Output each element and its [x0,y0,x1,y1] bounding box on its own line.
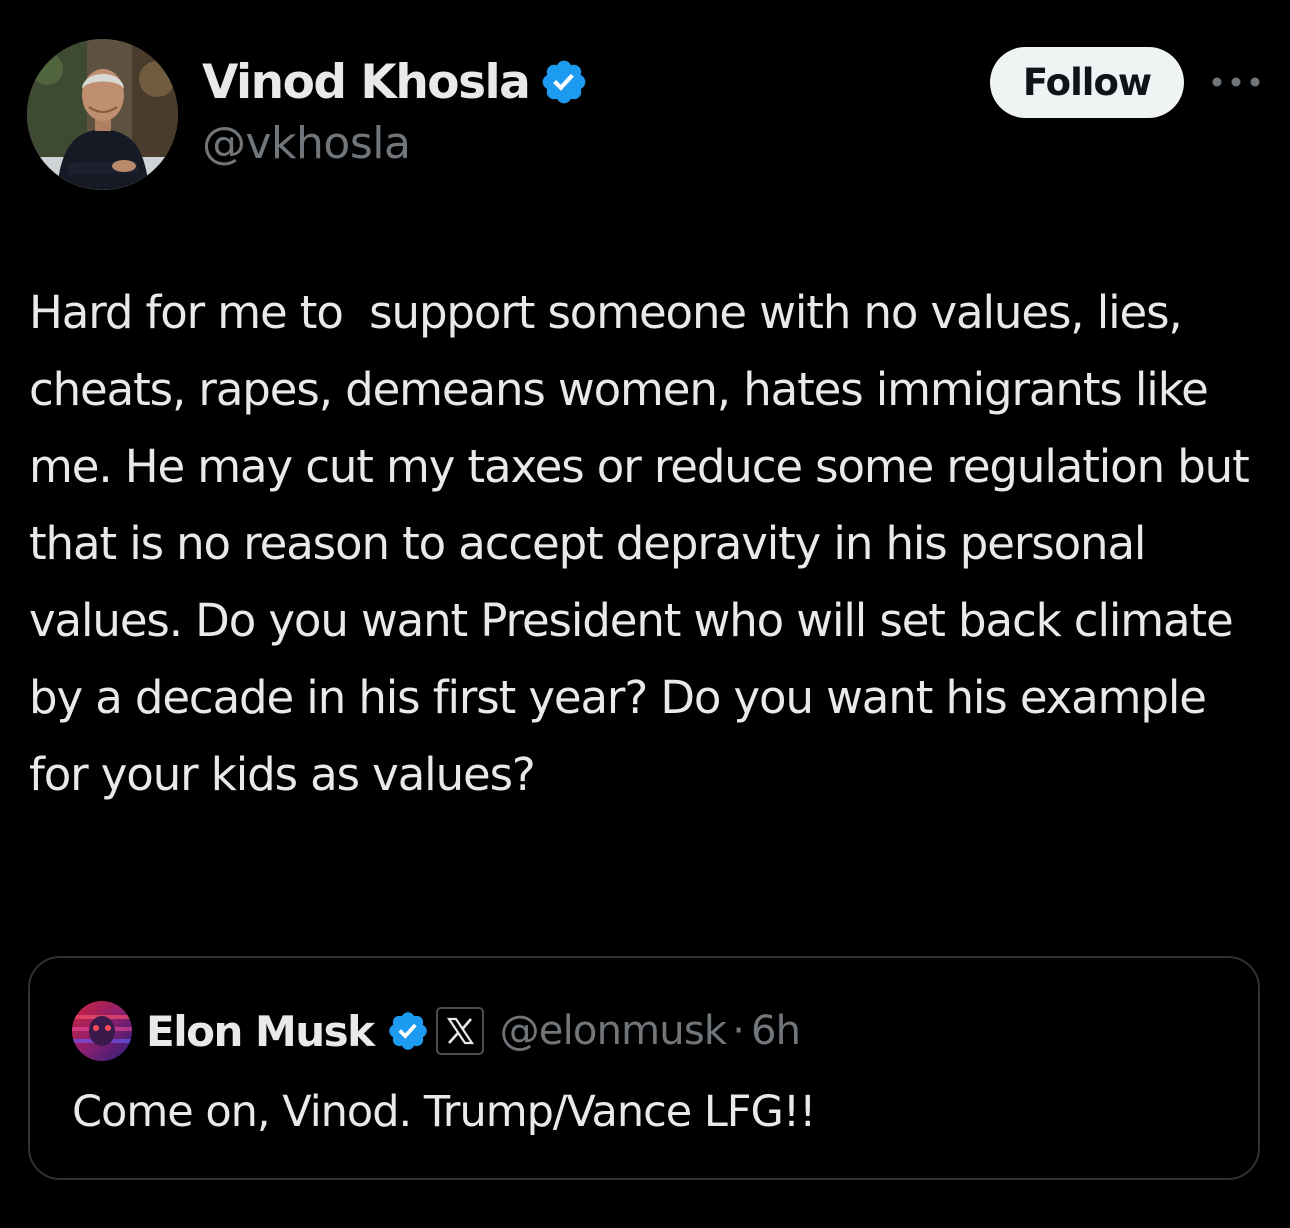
tweet: Vinod Khosla @vkhosla Follow Hard for me… [0,0,1290,1228]
author-name-row: Vinod Khosla [202,52,589,112]
quoted-tweet-text: Come on, Vinod. Trump/Vance LFG!! [72,1087,816,1137]
tweet-text: Hard for me to support someone with no v… [29,286,1262,801]
x-logo-icon[interactable] [434,1005,486,1057]
quoted-author-name[interactable]: Elon Musk [146,1007,375,1056]
more-options-button[interactable] [1208,62,1264,104]
more-horizontal-icon [1210,74,1262,93]
author-handle[interactable]: @vkhosla [202,118,411,169]
author-name[interactable]: Vinod Khosla [202,55,531,110]
quoted-tweet-card[interactable]: Elon Musk @elonmusk · 6h Come on, Vinod.… [28,956,1260,1180]
quoted-author-avatar[interactable] [72,1001,132,1061]
author-avatar[interactable] [27,39,178,190]
quoted-verified-badge-icon [386,1009,430,1053]
quoted-author-handle[interactable]: @elonmusk [500,1008,727,1054]
quoted-tweet-header: Elon Musk @elonmusk · 6h [72,998,801,1064]
quoted-timestamp[interactable]: 6h [751,1008,801,1054]
verified-badge-icon[interactable] [539,57,589,107]
quoted-separator-dot: · [732,1008,745,1054]
follow-button[interactable]: Follow [990,47,1184,118]
